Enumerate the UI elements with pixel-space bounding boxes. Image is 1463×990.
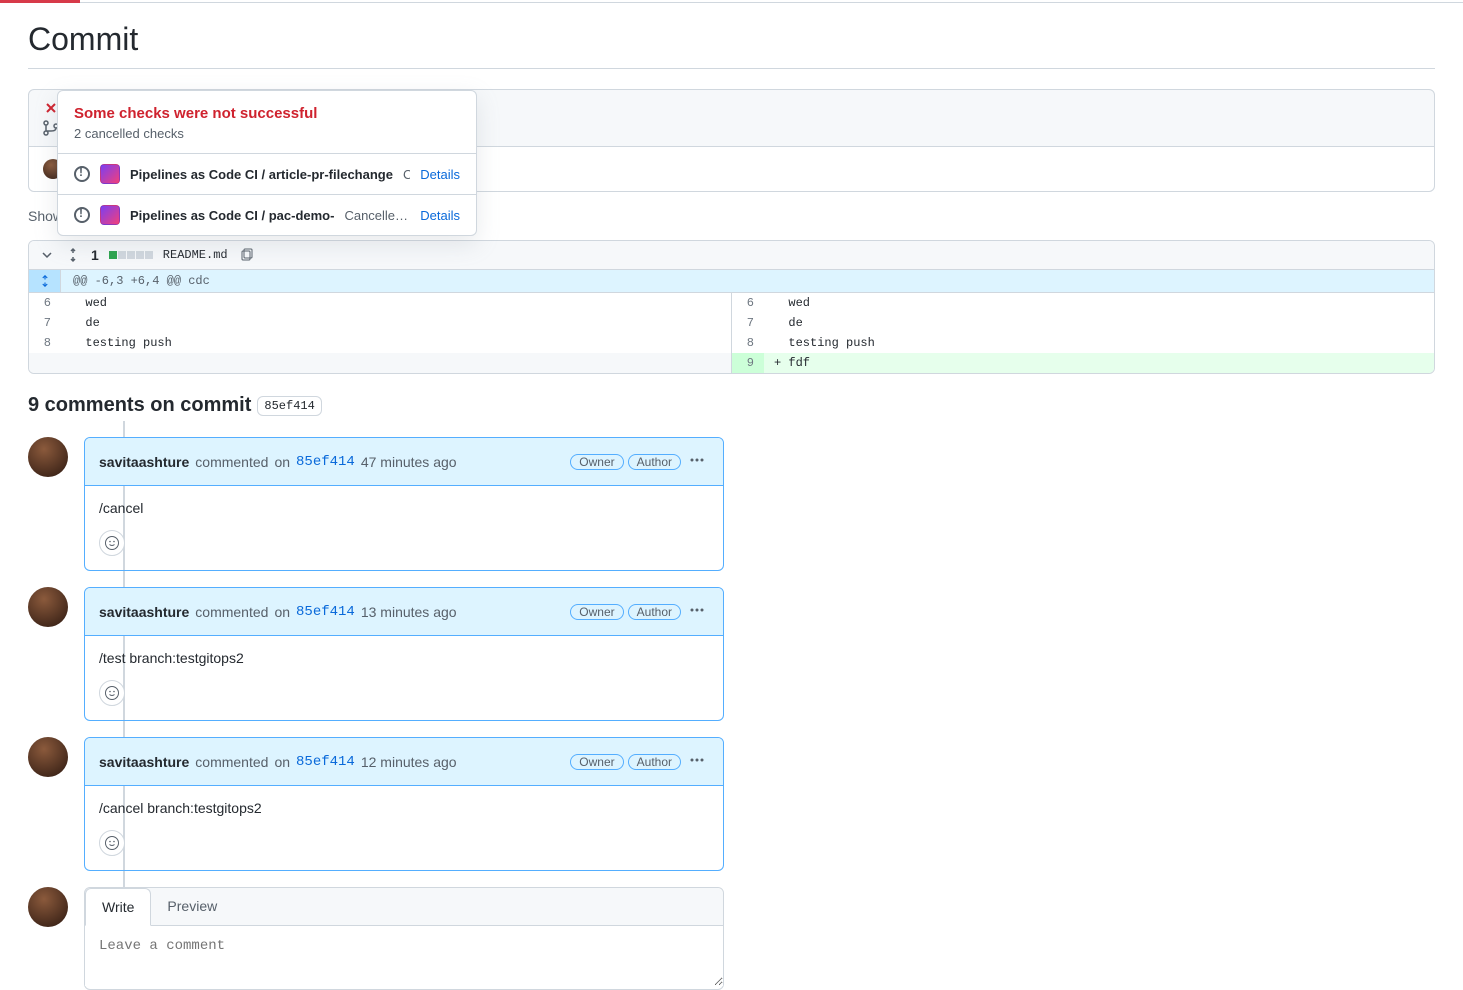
copy-path-icon[interactable] [238,247,254,263]
tab-preview[interactable]: Preview [151,888,233,925]
role-badge: Owner [570,604,623,620]
file-diff: 1 README.md @@ -6,3 +6,4 @@ cdc 6 wed7 d… [28,240,1435,374]
diff-left-side: 6 wed7 de8 testing push [29,293,731,373]
check-status-text: Cancell… [403,167,410,182]
timeline-comment: savitaashture commented on 85ef414 13 mi… [28,587,1435,721]
expand-hunk-icon[interactable] [29,270,61,292]
timeline-comment: savitaashture commented on 85ef414 12 mi… [28,737,1435,871]
line-number: 7 [732,313,764,333]
check-run-row[interactable]: Pipelines as Code CI / article-pr-filech… [58,153,476,194]
code-line: testing push [764,333,1434,353]
diff-right-side: 6 wed7 de8 testing push9+ fdf [731,293,1434,373]
checks-title: Some checks were not successful [74,105,460,122]
commit-summary-box: U t Some checks were not successful 2 ca… [28,89,1435,192]
kebab-icon[interactable] [685,748,709,775]
code-line: + fdf [764,353,1434,373]
cancelled-icon [74,166,90,182]
comment-verb: commented [195,454,268,470]
kebab-icon[interactable] [685,598,709,625]
collapse-icon[interactable] [39,247,55,263]
avatar[interactable] [28,587,68,627]
comment-sha[interactable]: 85ef414 [296,454,355,470]
timeline-comment: savitaashture commented on 85ef414 47 mi… [28,437,1435,571]
avatar[interactable] [28,737,68,777]
line-number: 8 [29,333,61,353]
expand-all-icon[interactable] [65,247,81,263]
comment-form: Write Preview [28,887,1435,990]
add-reaction-button[interactable] [99,680,125,706]
comment-verb: commented [195,604,268,620]
comment-time[interactable]: 12 minutes ago [361,754,457,770]
comment-textarea[interactable] [85,926,723,986]
comment-author[interactable]: savitaashture [99,454,189,470]
avatar[interactable] [28,887,68,927]
diff-stat-bars [109,251,153,259]
comment-verb: commented [195,754,268,770]
code-line: wed [764,293,1434,313]
add-reaction-button[interactable] [99,830,125,856]
hunk-header-text: @@ -6,3 +6,4 @@ cdc [61,270,222,292]
check-name: Pipelines as Code CI / pac-demo- [130,208,334,223]
add-reaction-button[interactable] [99,530,125,556]
comment-author[interactable]: savitaashture [99,604,189,620]
tab-write[interactable]: Write [85,888,151,926]
comment-time[interactable]: 47 minutes ago [361,454,457,470]
details-link[interactable]: Details [420,167,460,182]
heading-sha[interactable]: 85ef414 [257,396,321,416]
comment-author[interactable]: savitaashture [99,754,189,770]
role-badge: Author [628,604,681,620]
check-name: Pipelines as Code CI / article-pr-filech… [130,167,393,182]
line-number: 6 [29,293,61,313]
diff-change-count: 1 [91,247,99,263]
check-app-icon [100,164,120,184]
check-app-icon [100,205,120,225]
comment-body-text: /cancel [99,500,709,516]
avatar[interactable] [28,437,68,477]
cancelled-icon [74,207,90,223]
comment-sha[interactable]: 85ef414 [296,604,355,620]
line-number: 6 [732,293,764,313]
code-line: wed [61,293,731,313]
role-badge: Author [628,754,681,770]
line-number: 8 [732,333,764,353]
details-link[interactable]: Details [420,208,460,223]
kebab-icon[interactable] [685,448,709,475]
loading-bar [0,0,80,3]
comment-sha[interactable]: 85ef414 [296,754,355,770]
diff-filename[interactable]: README.md [163,248,228,262]
line-number: 7 [29,313,61,333]
checks-subtitle: 2 cancelled checks [74,126,460,141]
code-line: de [764,313,1434,333]
code-line: testing push [61,333,731,353]
code-line: de [61,313,731,333]
comments-heading: 9 comments on commit 85ef414 [28,394,1435,417]
checks-popover: Some checks were not successful 2 cancel… [57,90,477,236]
role-badge: Author [628,454,681,470]
role-badge: Owner [570,454,623,470]
line-number: 9 [732,353,764,373]
comment-body-text: /cancel branch:testgitops2 [99,800,709,816]
check-status-text: Cancelled after 1… [344,208,410,223]
comment-time[interactable]: 13 minutes ago [361,604,457,620]
role-badge: Owner [570,754,623,770]
comment-body-text: /test branch:testgitops2 [99,650,709,666]
page-title: Commit [28,21,1435,69]
check-run-row[interactable]: Pipelines as Code CI / pac-demo- Cancelle… [58,194,476,235]
